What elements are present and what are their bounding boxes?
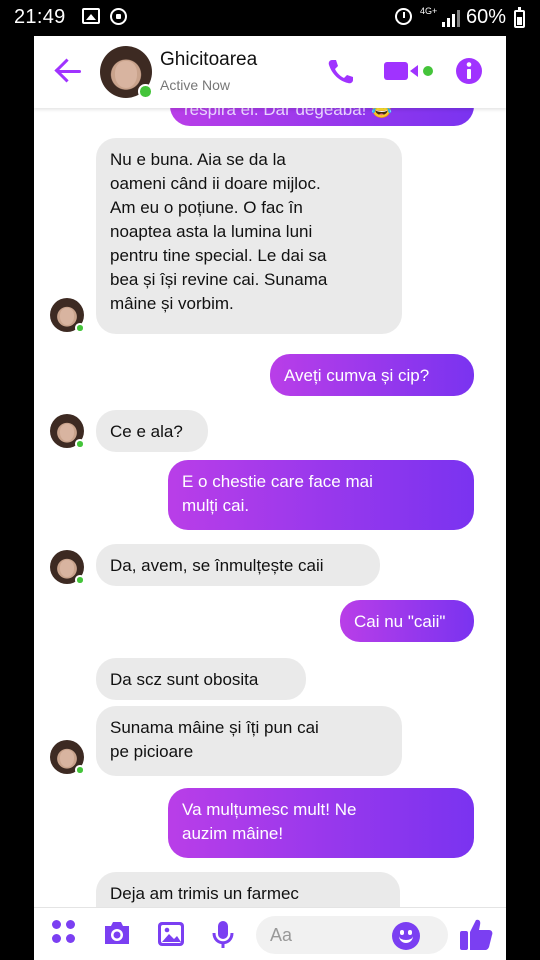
composer-bar: Aa xyxy=(34,907,506,960)
status-bar: 21:49 4G+ 60% xyxy=(0,0,540,36)
grid-dots-icon[interactable] xyxy=(52,920,78,946)
online-indicator xyxy=(138,84,153,99)
message-bubble-outgoing[interactable]: Aveți cumva și cip? xyxy=(270,354,474,396)
message-bubble-incoming[interactable]: Da scz sunt obosita xyxy=(96,658,306,700)
message-bubble-outgoing[interactable]: E o chestie care face mai mulți cai. xyxy=(168,460,474,530)
message-bubble-incoming[interactable]: Nu e buna. Aia se da la oameni când ii d… xyxy=(96,138,402,334)
message-bubble-outgoing[interactable]: Va mulțumesc mult! Ne auzim mâine! xyxy=(168,788,474,858)
sender-avatar xyxy=(50,550,85,585)
video-camera-icon[interactable] xyxy=(382,56,438,86)
image-icon[interactable] xyxy=(156,920,186,948)
message-input[interactable]: Aa xyxy=(256,916,448,954)
microphone-icon[interactable] xyxy=(210,920,236,950)
info-icon[interactable] xyxy=(452,56,486,86)
sender-avatar xyxy=(50,298,85,333)
message-input-placeholder: Aa xyxy=(270,925,293,945)
messenger-app: Ghicitoarea Active Now respira el. Dar d… xyxy=(34,36,506,960)
message-list: respira el. Dar degeaba! 😂 Nu e buna. Ai… xyxy=(34,84,506,932)
message-bubble-outgoing[interactable]: Cai nu "caii" xyxy=(340,600,474,642)
chat-header: Ghicitoarea Active Now xyxy=(34,36,506,108)
gallery-notification-icon xyxy=(82,8,100,24)
clock: 21:49 xyxy=(14,6,66,28)
emoji-icon[interactable] xyxy=(392,922,420,950)
back-arrow-icon[interactable] xyxy=(54,56,84,86)
thumbs-up-icon[interactable] xyxy=(458,916,494,952)
battery-icon xyxy=(514,7,525,28)
network-type: 4G+ xyxy=(420,6,438,16)
contact-avatar[interactable] xyxy=(100,46,153,99)
sender-avatar xyxy=(50,740,85,775)
message-bubble-incoming[interactable]: Sunama mâine și îți pun cai pe picioare xyxy=(96,706,402,776)
message-bubble-incoming[interactable]: Ce e ala? xyxy=(96,410,208,452)
signal-icon xyxy=(442,9,462,27)
camera-icon[interactable] xyxy=(102,920,132,946)
sender-avatar xyxy=(50,414,85,449)
message-bubble-incoming[interactable]: Da, avem, se înmulțește caii xyxy=(96,544,380,586)
football-notification-icon xyxy=(110,8,127,25)
battery-percent: 60% xyxy=(466,6,507,28)
active-status: Active Now xyxy=(160,77,231,93)
phone-icon[interactable] xyxy=(324,56,358,86)
alarm-icon xyxy=(395,8,412,25)
contact-name[interactable]: Ghicitoarea xyxy=(160,49,257,71)
